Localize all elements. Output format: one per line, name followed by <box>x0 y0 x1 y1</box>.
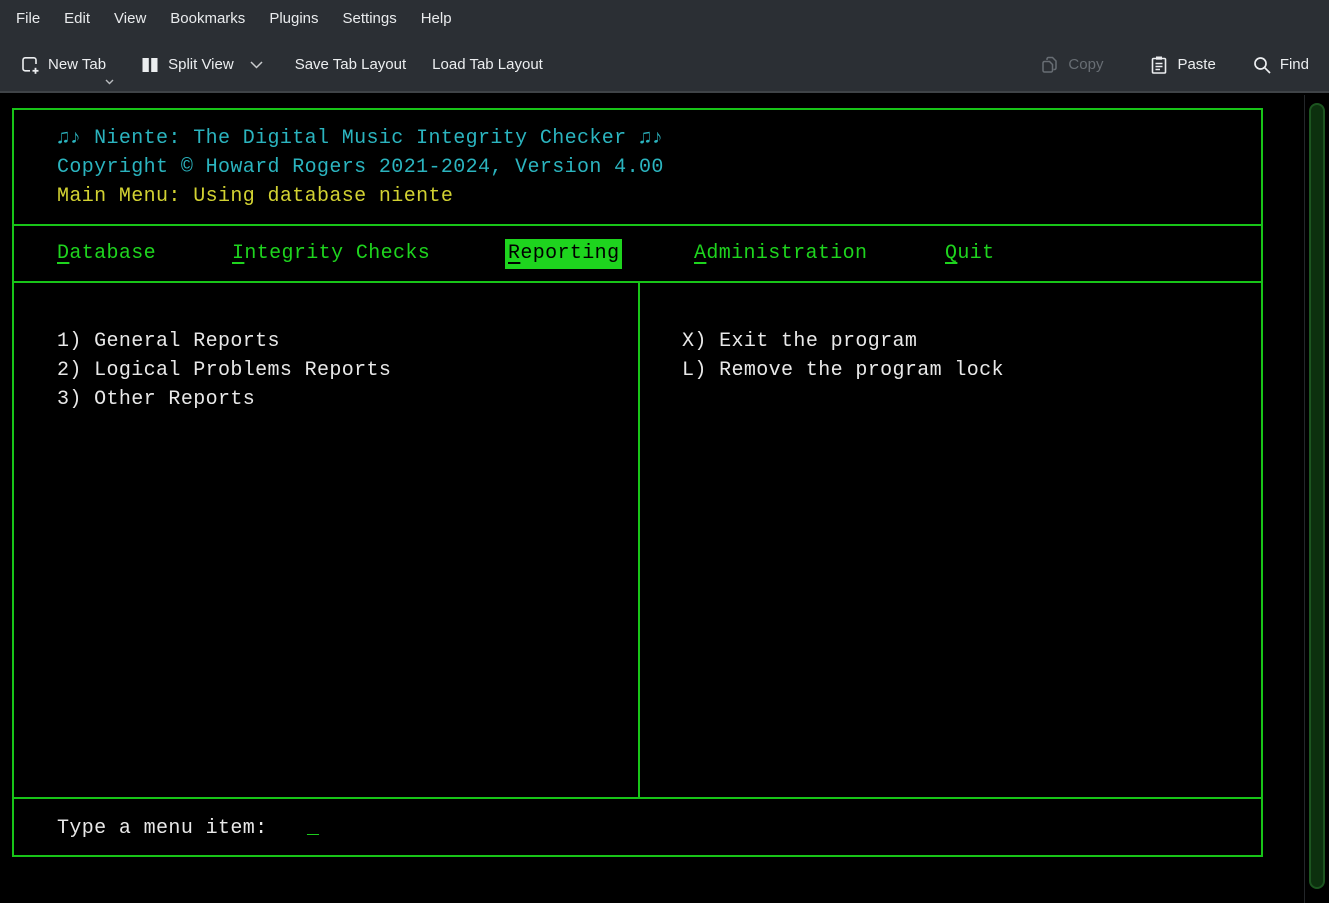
toolbar: New Tab Split View Save Tab Layout Load … <box>0 38 1329 93</box>
split-view-chevron-icon[interactable] <box>250 61 263 69</box>
save-tab-layout-label: Save Tab Layout <box>295 56 406 73</box>
scrollbar-thumb[interactable] <box>1309 103 1325 889</box>
new-tab-dropdown-caret-icon[interactable] <box>105 79 114 85</box>
menu-settings[interactable]: Settings <box>331 0 409 38</box>
option-other-reports[interactable]: 3) Other Reports <box>57 387 255 413</box>
option-logical-problems-reports[interactable]: 2) Logical Problems Reports <box>57 358 391 384</box>
option-general-reports[interactable]: 1) General Reports <box>57 329 280 355</box>
split-view-button[interactable]: Split View <box>130 47 273 83</box>
find-button[interactable]: Find <box>1242 47 1319 83</box>
terminal-cursor[interactable]: _ <box>307 816 319 842</box>
new-tab-button[interactable]: New Tab <box>10 47 116 83</box>
split-view-label: Split View <box>168 56 234 73</box>
menu-file[interactable]: File <box>4 0 52 38</box>
copy-icon <box>1040 55 1060 75</box>
find-label: Find <box>1280 56 1309 73</box>
paste-label: Paste <box>1177 56 1215 73</box>
menu-view[interactable]: View <box>102 0 158 38</box>
tui-menu-reporting[interactable]: Reporting <box>505 239 622 269</box>
paste-button[interactable]: Paste <box>1139 47 1225 83</box>
menu-prompt-label: Type a menu item: <box>57 816 268 842</box>
option-exit-program[interactable]: X) Exit the program <box>682 329 917 355</box>
load-tab-layout-label: Load Tab Layout <box>432 56 543 73</box>
menu-bookmarks[interactable]: Bookmarks <box>158 0 257 38</box>
option-remove-program-lock[interactable]: L) Remove the program lock <box>682 358 1004 384</box>
tui-menu-database[interactable]: Database <box>57 241 156 267</box>
status-line: Main Menu: Using database niente <box>57 184 453 210</box>
app-title: ♫♪ Niente: The Digital Music Integrity C… <box>57 126 664 152</box>
terminal-screen[interactable]: ♫♪ Niente: The Digital Music Integrity C… <box>0 95 1304 903</box>
window-menubar: File Edit View Bookmarks Plugins Setting… <box>0 0 1329 38</box>
tui-menu-administration[interactable]: Administration <box>694 241 867 267</box>
tui-menu-quit[interactable]: Quit <box>945 241 995 267</box>
paste-icon <box>1149 55 1169 75</box>
scrollbar-track[interactable] <box>1305 95 1329 903</box>
copy-button[interactable]: Copy <box>1030 47 1113 83</box>
tui-panel-divider <box>638 281 640 797</box>
new-tab-icon <box>20 55 40 75</box>
menu-plugins[interactable]: Plugins <box>257 0 330 38</box>
tui-separator-below-title <box>12 224 1263 226</box>
menu-help[interactable]: Help <box>409 0 464 38</box>
tui-separator-above-prompt <box>12 797 1263 799</box>
split-view-icon <box>140 55 160 75</box>
menu-edit[interactable]: Edit <box>52 0 102 38</box>
new-tab-label: New Tab <box>48 56 106 73</box>
tui-menu-integrity-checks[interactable]: Integrity Checks <box>232 241 430 267</box>
copy-label: Copy <box>1068 56 1103 73</box>
save-tab-layout-button[interactable]: Save Tab Layout <box>285 48 416 81</box>
load-tab-layout-button[interactable]: Load Tab Layout <box>422 48 553 81</box>
copyright-line: Copyright © Howard Rogers 2021-2024, Ver… <box>57 155 664 181</box>
search-icon <box>1252 55 1272 75</box>
